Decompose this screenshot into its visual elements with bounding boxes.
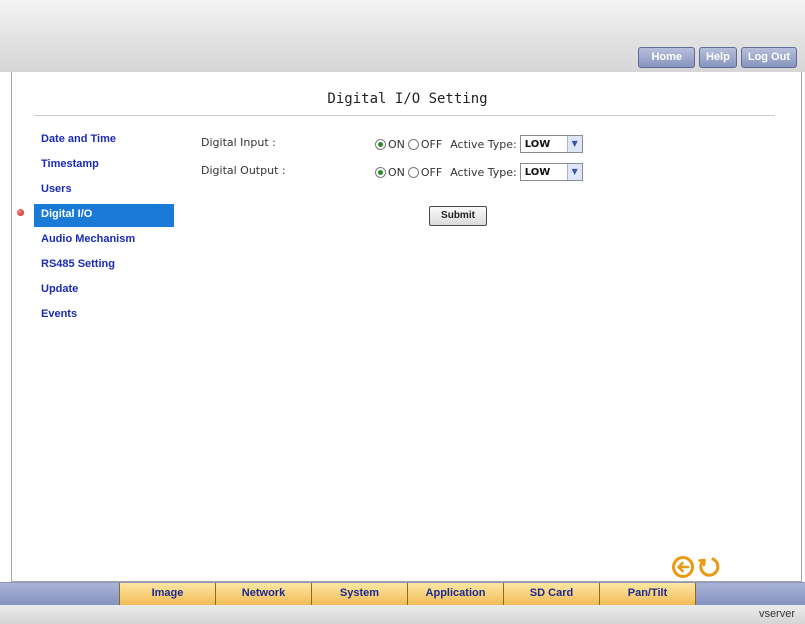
- help-link[interactable]: Help: [699, 47, 737, 68]
- sidebar-item-events[interactable]: Events: [34, 307, 174, 332]
- digital-input-type-label: Active Type:: [450, 137, 517, 151]
- tab-network[interactable]: Network: [215, 583, 312, 606]
- tab-pan-tilt[interactable]: Pan/Tilt: [599, 583, 696, 606]
- tab-application[interactable]: Application: [407, 583, 504, 606]
- active-bullet-icon: [17, 209, 24, 216]
- digital-input-type-select[interactable]: LOW ▼: [519, 135, 583, 153]
- digital-input-off-radio[interactable]: [407, 138, 419, 150]
- digital-input-on-label: ON: [388, 137, 405, 151]
- tab-image[interactable]: Image: [119, 583, 216, 606]
- back-arrow-icon[interactable]: [671, 555, 695, 579]
- digital-output-type-select[interactable]: LOW ▼: [519, 163, 583, 181]
- digital-output-on-radio[interactable]: [375, 166, 386, 178]
- sidebar-item-digital-io[interactable]: Digital I/O: [17, 204, 174, 227]
- sidebar-item-label: Digital I/O: [41, 208, 93, 220]
- footer-band: vserver: [0, 605, 805, 624]
- digital-output-type-value: LOW: [524, 166, 551, 178]
- refresh-icon[interactable]: [697, 555, 721, 579]
- sidebar-menu: Date and Time Timestamp Users Digital I/…: [17, 132, 174, 332]
- page-title: Digital I/O Setting: [327, 91, 488, 107]
- submit-button[interactable]: Submit: [429, 206, 487, 226]
- digital-output-off-label: OFF: [420, 165, 443, 179]
- sidebar-item-timestamp[interactable]: Timestamp: [34, 157, 174, 182]
- sidebar-item-date-and-time[interactable]: Date and Time: [34, 132, 174, 157]
- home-link[interactable]: Home: [638, 47, 695, 68]
- bottom-tab-bar: Image Network System Application SD Card…: [0, 582, 805, 606]
- header-band: Home Help Log Out: [0, 0, 805, 72]
- chevron-down-icon: ▼: [566, 136, 582, 152]
- digital-output-off-radio[interactable]: [407, 166, 419, 178]
- footer-brand: vserver: [758, 608, 795, 620]
- digital-input-type-value: LOW: [524, 138, 551, 150]
- tab-system[interactable]: System: [311, 583, 408, 606]
- sidebar-item-update[interactable]: Update: [34, 282, 174, 307]
- main-panel: Digital I/O Setting Date and Time Timest…: [11, 72, 802, 582]
- tab-list: Image Network System Application SD Card…: [119, 583, 696, 606]
- sidebar-item-rs485-setting[interactable]: RS485 Setting: [34, 257, 174, 282]
- title-divider: [34, 115, 775, 116]
- digital-output-controls: ON OFF Active Type: LOW ▼: [375, 162, 583, 182]
- digital-input-row: Digital Input : ON OFF Active Type: LOW …: [201, 134, 641, 154]
- header-links: Home Help Log Out: [638, 47, 797, 68]
- digital-input-on-radio[interactable]: [375, 138, 386, 150]
- sidebar-item-audio-mechanism[interactable]: Audio Mechanism: [34, 232, 174, 257]
- digital-output-label: Digital Output :: [201, 164, 286, 177]
- nav-icons: [671, 555, 721, 579]
- chevron-down-icon: ▼: [566, 164, 582, 180]
- logout-link[interactable]: Log Out: [740, 47, 797, 68]
- digital-input-controls: ON OFF Active Type: LOW ▼: [375, 134, 583, 154]
- digital-output-row: Digital Output : ON OFF Active Type: LOW…: [201, 162, 641, 182]
- digital-input-off-label: OFF: [420, 137, 443, 151]
- digital-output-on-label: ON: [388, 165, 405, 179]
- tab-sd-card[interactable]: SD Card: [503, 583, 600, 606]
- digital-output-type-label: Active Type:: [450, 165, 517, 179]
- digital-input-label: Digital Input :: [201, 136, 276, 149]
